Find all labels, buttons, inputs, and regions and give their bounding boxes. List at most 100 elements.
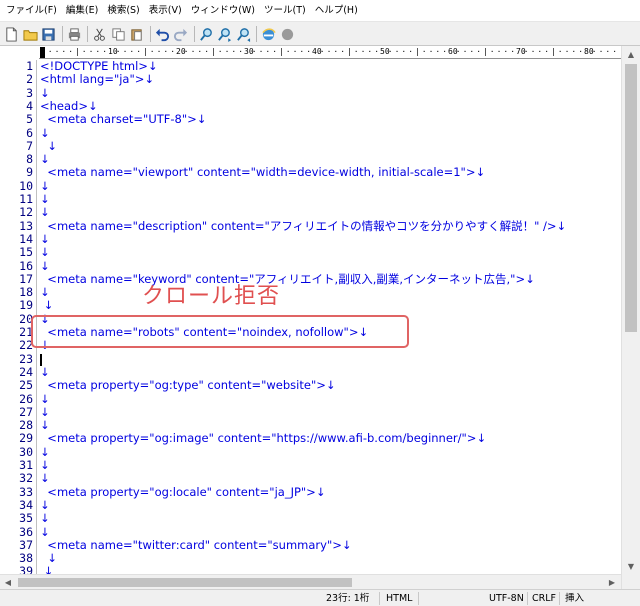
code-line[interactable]: <head>↓	[40, 99, 98, 113]
save-icon[interactable]	[40, 26, 57, 43]
code-line[interactable]: ↓	[40, 365, 50, 379]
ruler-tick: ·	[476, 47, 482, 56]
cut-icon[interactable]	[91, 26, 108, 43]
code-line[interactable]: <meta name="keyword" content="アフィリエイト,副収…	[40, 272, 534, 286]
horizontal-scroll-thumb[interactable]	[18, 578, 352, 587]
ruler-tick: ·	[455, 47, 461, 56]
ruler-tick: ·	[510, 47, 516, 56]
new-file-icon[interactable]	[3, 26, 20, 43]
toolbar-separator	[256, 26, 257, 42]
scroll-up-arrow-icon[interactable]: ▲	[622, 46, 640, 62]
code-line[interactable]: ↓	[40, 551, 57, 565]
line-number: 35	[19, 511, 33, 526]
code-line[interactable]: <html lang="ja">↓	[40, 72, 154, 86]
code-line[interactable]: <!DOCTYPE html>↓	[40, 60, 158, 73]
code-line[interactable]: ↓	[40, 498, 50, 512]
line-number: 15	[19, 245, 33, 260]
paste-icon[interactable]	[128, 26, 145, 43]
code-line[interactable]: ↓	[40, 192, 50, 206]
ruler-tick: ·	[564, 47, 570, 56]
ruler-tick: ·	[122, 47, 128, 56]
ruler-tick: ·	[469, 47, 475, 56]
menu-item-4[interactable]: ウィンドウ(W)	[187, 0, 259, 22]
ruler-tick: ·	[54, 47, 60, 56]
code-line[interactable]: ↓	[40, 418, 50, 432]
code-line[interactable]: ↓	[40, 126, 50, 140]
code-line[interactable]: <meta property="og:locale" content="ja_J…	[40, 485, 325, 499]
copy-icon[interactable]	[110, 26, 127, 43]
code-line[interactable]: <meta property="og:image" content="https…	[40, 432, 486, 446]
toolbar-separator	[61, 26, 63, 42]
line-number: 30	[19, 444, 33, 459]
menu-item-0[interactable]: ファイル(F)	[2, 0, 61, 22]
code-line[interactable]: ↓	[40, 511, 50, 525]
find-next-icon[interactable]	[216, 26, 233, 43]
code-line[interactable]: ↓	[40, 205, 50, 219]
vertical-scrollbar[interactable]: ▲ ▼	[621, 46, 640, 590]
ruler-tick: ·	[102, 47, 108, 56]
line-number: 13	[19, 218, 33, 233]
newline-type[interactable]: CRLF	[532, 590, 556, 606]
code-line[interactable]: ↓	[40, 471, 50, 485]
vertical-scroll-thumb[interactable]	[625, 64, 637, 332]
code-line[interactable]: <meta name="description" content="アフィリエイ…	[40, 219, 566, 233]
code-line[interactable]: <meta name="twitter:card" content="summa…	[40, 538, 351, 552]
ruler-tick: ·	[340, 47, 346, 56]
insert-mode[interactable]: 挿入	[565, 590, 584, 606]
line-number: 22	[19, 338, 33, 353]
open-folder-icon[interactable]	[22, 26, 39, 43]
menu-item-6[interactable]: ヘルプ(H)	[311, 0, 362, 22]
ruler-tick: |	[211, 47, 216, 56]
line-number: 33	[19, 484, 33, 499]
code-line[interactable]: ↓	[40, 405, 50, 419]
encoding[interactable]: UTF-8N	[489, 590, 524, 606]
code-line[interactable]: ↓	[40, 445, 50, 459]
menu-item-3[interactable]: 表示(V)	[145, 0, 186, 22]
code-line[interactable]: ↓	[40, 179, 50, 193]
code-line[interactable]: <meta property="og:type" content="websit…	[40, 378, 335, 392]
code-line[interactable]: ↓	[40, 392, 50, 406]
code-line[interactable]: <meta charset="UTF-8">↓	[40, 112, 206, 126]
ruler-tick: ·	[265, 47, 271, 56]
code-line[interactable]: ↓	[40, 232, 50, 246]
scroll-right-arrow-icon[interactable]: ▶	[604, 575, 620, 590]
ruler-tick: ·	[387, 47, 393, 56]
browser-icon[interactable]	[260, 26, 277, 43]
ruler-tick: ·	[353, 47, 359, 56]
horizontal-scrollbar[interactable]: ◀ ▶	[0, 574, 621, 589]
code-line[interactable]: ↓	[40, 245, 50, 259]
scroll-down-arrow-icon[interactable]: ▼	[622, 558, 640, 574]
code-line[interactable]: ↓	[40, 152, 50, 166]
menu-item-1[interactable]: 編集(E)	[62, 0, 102, 22]
code-line[interactable]: ↓	[40, 525, 50, 539]
code-line[interactable]: ↓	[40, 86, 50, 100]
line-number: 6	[26, 125, 33, 140]
code-line[interactable]: ↓	[40, 299, 54, 313]
ruler-tick: ·	[537, 47, 543, 56]
code-line[interactable]: ↓	[40, 259, 50, 273]
redo-icon[interactable]	[172, 26, 189, 43]
ruler-tick: ·	[238, 47, 244, 56]
find-prev-icon[interactable]	[235, 26, 252, 43]
ruler-tick: ·	[489, 47, 495, 56]
syntax-mode[interactable]: HTML	[386, 590, 412, 606]
ruler-tick: ·	[503, 47, 509, 56]
line-number: 28	[19, 418, 33, 433]
undo-icon[interactable]	[154, 26, 171, 43]
ruler-tick: ·	[557, 47, 563, 56]
ruler-tick: ·	[435, 47, 441, 56]
find-icon[interactable]	[198, 26, 215, 43]
ruler-tick: |	[347, 47, 352, 56]
scroll-left-arrow-icon[interactable]: ◀	[0, 575, 16, 590]
code-line[interactable]: ↓	[40, 285, 50, 299]
status-divider	[527, 592, 528, 605]
record-icon[interactable]	[279, 26, 296, 43]
menu-item-2[interactable]: 検索(S)	[103, 0, 143, 22]
menu-item-5[interactable]: ツール(T)	[260, 0, 310, 22]
code-line[interactable]: <meta name="viewport" content="width=dev…	[40, 166, 485, 180]
code-line[interactable]: ↓	[40, 458, 50, 472]
code-line[interactable]: ↓	[40, 139, 57, 153]
line-number: 36	[19, 524, 33, 539]
print-icon[interactable]	[66, 26, 83, 43]
ruler-tick: ·	[530, 47, 536, 56]
